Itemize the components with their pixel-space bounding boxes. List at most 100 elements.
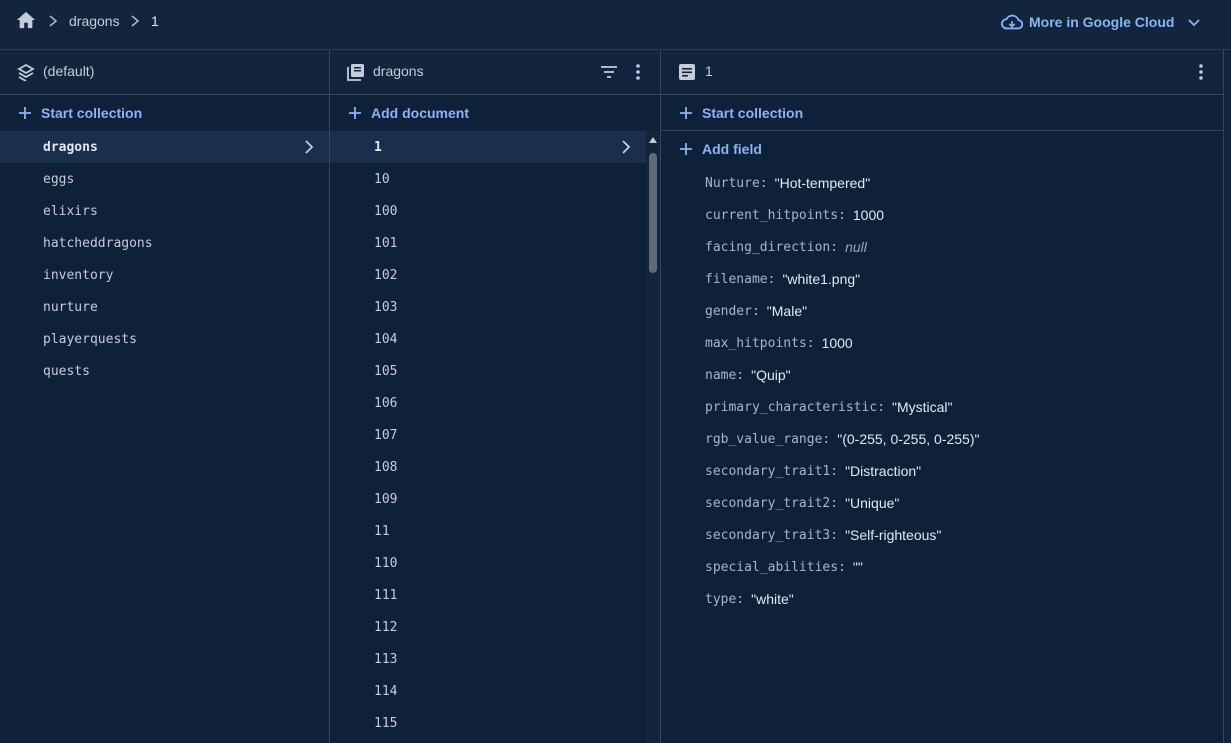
collection-item[interactable]: eggs bbox=[0, 163, 329, 195]
field-value: "white1.png" bbox=[782, 271, 861, 287]
document-panel-header: 1 bbox=[661, 50, 1223, 95]
field-value: 1000 bbox=[821, 335, 853, 351]
document-item[interactable]: 115 bbox=[330, 707, 646, 739]
field-row[interactable]: name: "Quip" bbox=[705, 359, 979, 391]
collection-item[interactable]: inventory bbox=[0, 259, 329, 291]
field-row[interactable]: rgb_value_range: "(0-255, 0-255, 0-255)" bbox=[705, 423, 979, 455]
document-item[interactable]: 11 bbox=[330, 515, 646, 547]
document-id: 100 bbox=[374, 203, 398, 219]
field-row[interactable]: secondary_trait2: "Unique" bbox=[705, 487, 979, 519]
field-row[interactable]: primary_characteristic: "Mystical" bbox=[705, 391, 979, 423]
more-in-google-cloud-button[interactable]: More in Google Cloud bbox=[1001, 11, 1202, 33]
document-id: 111 bbox=[374, 587, 398, 603]
field-key: gender bbox=[705, 303, 752, 319]
collection-item[interactable]: elixirs bbox=[0, 195, 329, 227]
start-collection-button[interactable]: Start collection bbox=[0, 95, 329, 131]
plus-icon bbox=[349, 107, 361, 119]
document-item[interactable]: 109 bbox=[330, 483, 646, 515]
document-id: 11 bbox=[374, 523, 390, 539]
document-title: 1 bbox=[705, 63, 713, 79]
start-subcollection-button[interactable]: Start collection bbox=[661, 95, 1223, 131]
document-item[interactable]: 102 bbox=[330, 259, 646, 291]
breadcrumb-document[interactable]: 1 bbox=[151, 13, 159, 29]
field-value: "Unique" bbox=[845, 495, 900, 511]
add-document-label: Add document bbox=[371, 105, 469, 121]
field-row[interactable]: secondary_trait1: "Distraction" bbox=[705, 455, 979, 487]
field-row[interactable]: type: "white" bbox=[705, 583, 979, 615]
start-collection-label: Start collection bbox=[702, 104, 804, 121]
field-key: max_hitpoints bbox=[705, 335, 807, 351]
document-item[interactable]: 10 bbox=[330, 163, 646, 195]
document-item[interactable]: 100 bbox=[330, 195, 646, 227]
field-value: "" bbox=[852, 559, 863, 575]
field-row[interactable]: max_hitpoints:1000 bbox=[705, 327, 979, 359]
document-item[interactable]: 110 bbox=[330, 547, 646, 579]
document-item[interactable]: 112 bbox=[330, 611, 646, 643]
document-id: 102 bbox=[374, 267, 398, 283]
field-value: "Mystical" bbox=[892, 399, 953, 415]
documents-scrollbar[interactable] bbox=[646, 131, 660, 743]
collection-item[interactable]: nurture bbox=[0, 291, 329, 323]
field-key: secondary_trait2 bbox=[705, 495, 831, 511]
field-row[interactable]: secondary_trait3: "Self-righteous" bbox=[705, 519, 979, 551]
field-row[interactable]: current_hitpoints:1000 bbox=[705, 199, 979, 231]
root-panel: (default) Start collection dragons eggs … bbox=[0, 50, 329, 743]
field-row[interactable]: facing_direction: null bbox=[705, 231, 979, 263]
collection-item[interactable]: hatcheddragons bbox=[0, 227, 329, 259]
collection-item[interactable]: playerquests bbox=[0, 323, 329, 355]
field-colon: : bbox=[736, 591, 745, 607]
field-key: secondary_trait1 bbox=[705, 463, 831, 479]
collection-panel-header: dragons bbox=[330, 50, 660, 95]
chevron-right-icon bbox=[305, 140, 314, 154]
field-colon: : bbox=[806, 335, 815, 351]
field-key: name bbox=[705, 367, 737, 383]
field-row[interactable]: special_abilities: "" bbox=[705, 551, 979, 583]
document-item[interactable]: 1 bbox=[330, 131, 646, 163]
document-item[interactable]: 107 bbox=[330, 419, 646, 451]
collection-title: dragons bbox=[373, 63, 424, 79]
field-row[interactable]: gender: "Male" bbox=[705, 295, 979, 327]
document-item[interactable]: 111 bbox=[330, 579, 646, 611]
scroll-thumb[interactable] bbox=[649, 153, 657, 273]
field-colon: : bbox=[822, 431, 831, 447]
firestore-icon bbox=[17, 63, 35, 81]
filter-icon[interactable] bbox=[599, 62, 619, 82]
breadcrumb-collection[interactable]: dragons bbox=[69, 13, 120, 29]
document-id: 101 bbox=[374, 235, 398, 251]
field-row[interactable]: filename: "white1.png" bbox=[705, 263, 979, 295]
collection-item[interactable]: quests bbox=[0, 355, 329, 387]
field-colon: : bbox=[830, 463, 839, 479]
document-item[interactable]: 108 bbox=[330, 451, 646, 483]
field-value: "(0-255, 0-255, 0-255)" bbox=[837, 431, 980, 447]
collection-panel: dragons Add document 1 10 100 101 102 10… bbox=[330, 50, 660, 743]
document-item[interactable]: 101 bbox=[330, 227, 646, 259]
collection-item[interactable]: dragons bbox=[0, 131, 329, 163]
document-item[interactable]: 106 bbox=[330, 387, 646, 419]
add-field-button[interactable]: Add field bbox=[661, 131, 1223, 167]
document-id: 109 bbox=[374, 491, 398, 507]
field-row[interactable]: Nurture: "Hot-tempered" bbox=[705, 167, 979, 199]
documents-list: 1 10 100 101 102 103 104 105 106 107 108… bbox=[330, 131, 660, 739]
scroll-up-arrow-icon[interactable] bbox=[649, 137, 657, 143]
document-id: 110 bbox=[374, 555, 398, 571]
more-vert-icon[interactable] bbox=[628, 62, 648, 82]
document-id: 115 bbox=[374, 715, 398, 731]
home-icon[interactable] bbox=[15, 10, 37, 30]
document-item[interactable]: 114 bbox=[330, 675, 646, 707]
google-cloud-label: More in Google Cloud bbox=[1029, 14, 1175, 30]
chevron-right-icon bbox=[49, 15, 58, 27]
field-key: secondary_trait3 bbox=[705, 527, 831, 543]
document-item[interactable]: 104 bbox=[330, 323, 646, 355]
field-value: "Hot-tempered" bbox=[774, 175, 871, 191]
document-item[interactable]: 103 bbox=[330, 291, 646, 323]
document-id: 112 bbox=[374, 619, 398, 635]
field-value: 1000 bbox=[852, 207, 885, 223]
document-id: 114 bbox=[374, 683, 398, 699]
plus-icon bbox=[680, 143, 692, 155]
document-item[interactable]: 105 bbox=[330, 355, 646, 387]
more-vert-icon[interactable] bbox=[1191, 62, 1211, 82]
field-key: primary_characteristic bbox=[705, 399, 878, 415]
add-document-button[interactable]: Add document bbox=[330, 95, 660, 131]
document-id: 107 bbox=[374, 427, 398, 443]
document-item[interactable]: 113 bbox=[330, 643, 646, 675]
